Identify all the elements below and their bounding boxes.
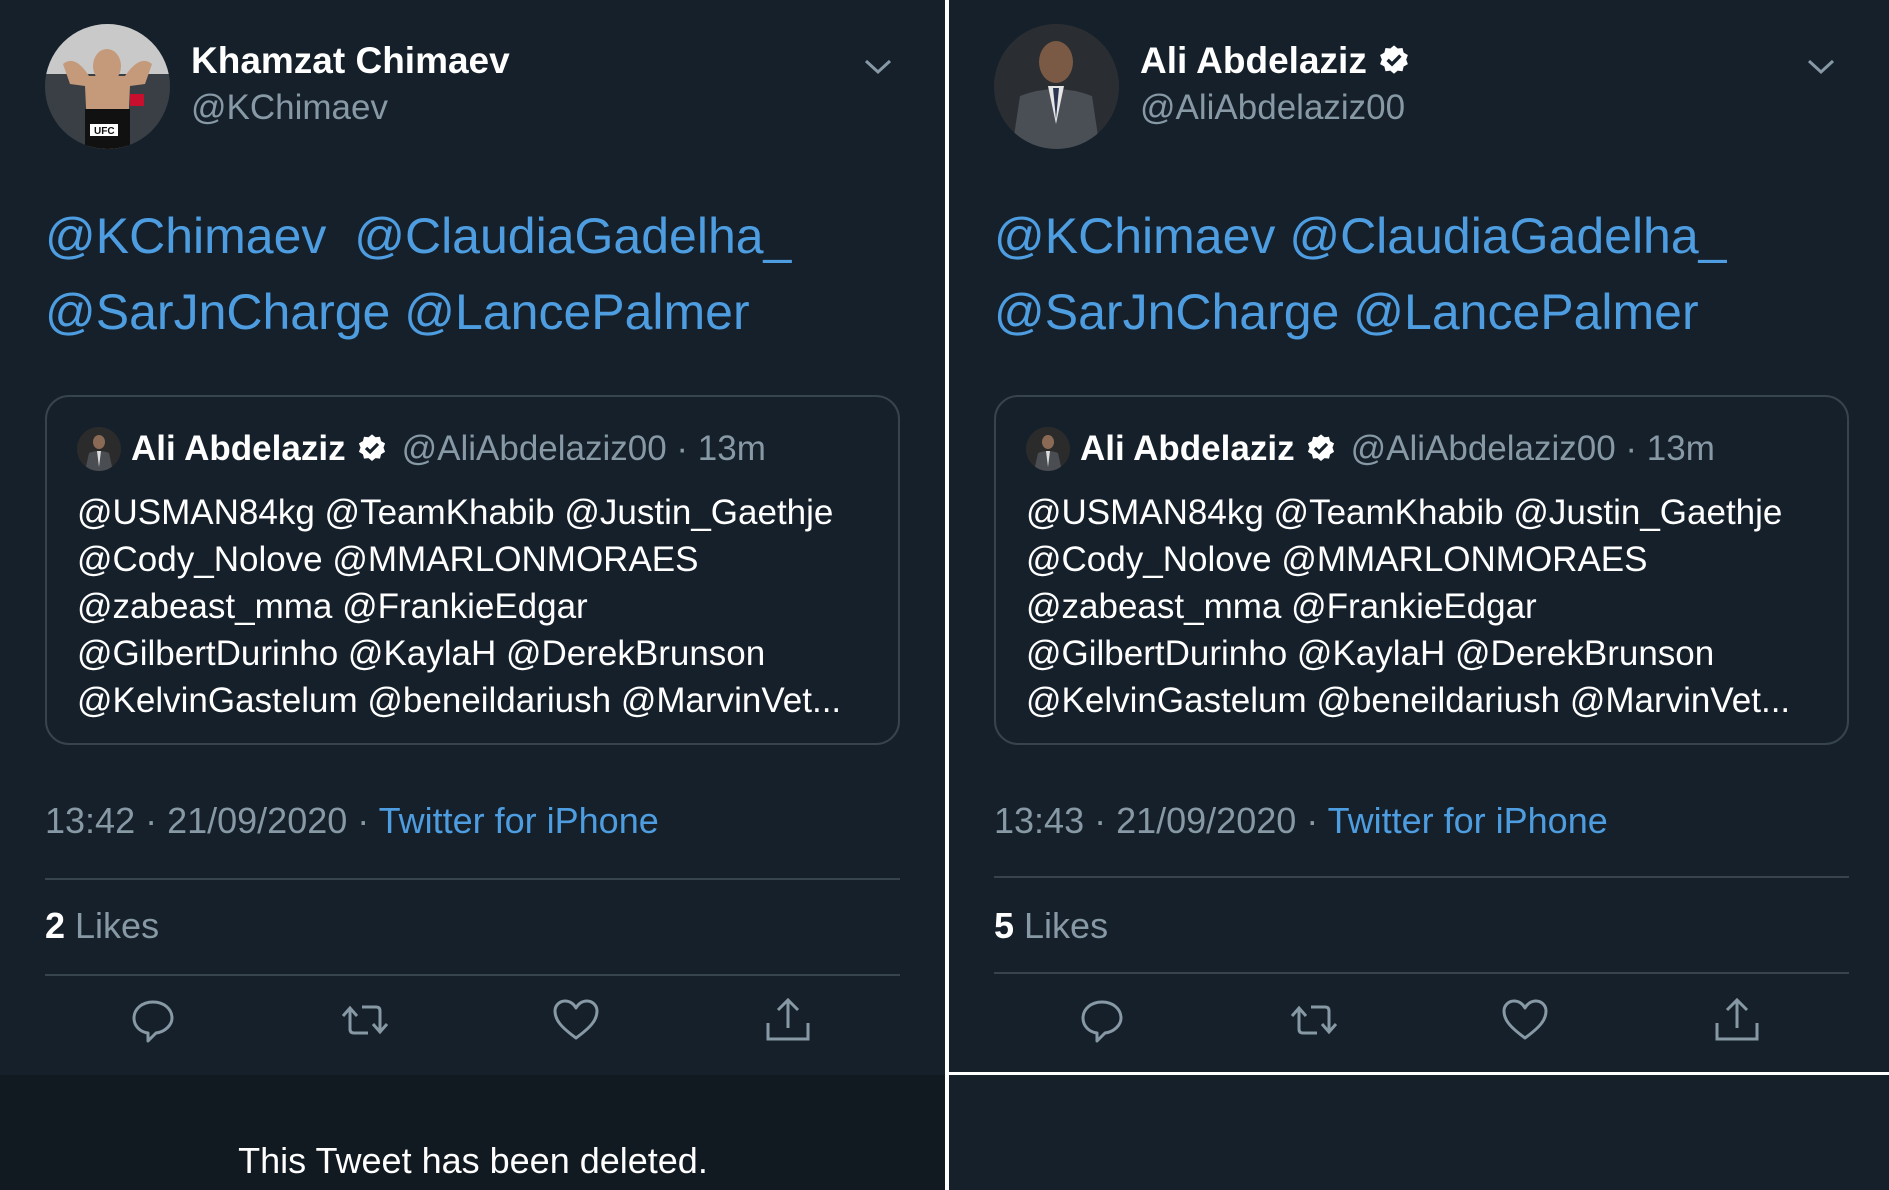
quoted-text-line: @Cody_Nolove @MMARLONMORAES: [1026, 540, 1648, 579]
likes-label: Likes: [1014, 905, 1109, 946]
likes-count[interactable]: 2 Likes: [45, 905, 159, 947]
chevron-down-icon[interactable]: [860, 54, 896, 78]
retweet-button[interactable]: [340, 995, 390, 1045]
reply-icon: [1081, 1000, 1123, 1043]
mention-link[interactable]: @SarJnCharge: [45, 284, 390, 340]
quoted-text-line: @GilbertDurinho @KaylaH @DerekBrunson: [77, 634, 766, 673]
action-bar: [45, 995, 900, 1065]
like-button[interactable]: [1500, 995, 1550, 1045]
quoted-handle-time: @AliAbdelaziz00 · 13m: [401, 429, 766, 468]
retweet-button[interactable]: [1289, 995, 1339, 1045]
heart-icon: [553, 999, 599, 1040]
mention-link[interactable]: @SarJnCharge: [994, 284, 1339, 340]
quoted-tweet-header: Ali Abdelaziz @AliAbdelaziz00 · 13m: [77, 427, 766, 471]
likes-label: Likes: [65, 905, 160, 946]
display-name[interactable]: Khamzat Chimaev: [191, 40, 510, 82]
tweet-metadata: 13:43 · 21/09/2020 · Twitter for iPhone: [994, 800, 1608, 842]
heart-icon: [1502, 999, 1548, 1040]
source-link[interactable]: Twitter for iPhone: [1328, 800, 1608, 841]
verified-badge-icon: [1379, 45, 1408, 74]
share-icon: [1715, 997, 1759, 1041]
quoted-text-line: @zabeast_mma @FrankieEdgar: [77, 587, 588, 626]
like-button[interactable]: [551, 995, 601, 1045]
tweet-header: UFC Khamzat Chimaev @KChimaev: [45, 24, 901, 154]
reply-button[interactable]: [1077, 995, 1127, 1045]
quoted-display-name: Ali Abdelaziz: [131, 429, 346, 468]
quoted-handle-time: @AliAbdelaziz00 · 13m: [1350, 429, 1715, 468]
quoted-tweet[interactable]: Ali Abdelaziz @AliAbdelaziz00 · 13m @USM…: [45, 395, 900, 745]
divider: [994, 876, 1849, 878]
quoted-tweet-text: @USMAN84kg @TeamKhabib @Justin_Gaethje @…: [1026, 489, 1826, 724]
mention-link[interactable]: @KChimaev: [45, 208, 326, 264]
tweet-panel-right: Ali Abdelaziz @AliAbdelaziz00 @KChimaev …: [949, 0, 1889, 1190]
timestamp: 13:42 · 21/09/2020 ·: [45, 800, 379, 841]
quoted-text-line: @USMAN84kg @TeamKhabib @Justin_Gaethje: [1026, 493, 1783, 532]
quoted-text-line: @Cody_Nolove @MMARLONMORAES: [77, 540, 699, 579]
quoted-text-line: @KelvinGastelum @beneildariush @MarvinVe…: [77, 681, 842, 720]
quoted-avatar: [1026, 427, 1070, 471]
tweet-text: @KChimaev @ClaudiaGadelha_ @SarJnCharge …: [994, 198, 1854, 350]
avatar[interactable]: [994, 24, 1119, 149]
svg-text:UFC: UFC: [94, 126, 115, 137]
divider: [994, 972, 1849, 974]
display-name-text: Ali Abdelaziz: [1140, 40, 1367, 81]
share-button[interactable]: [763, 995, 813, 1045]
quoted-display-name: Ali Abdelaziz: [1080, 429, 1295, 468]
tweet-panel-left: UFC Khamzat Chimaev @KChimaev @KChimaev …: [0, 0, 946, 1190]
likes-number: 5: [994, 905, 1015, 946]
verified-badge-icon: [1307, 434, 1334, 461]
reply-icon: [132, 1000, 174, 1043]
likes-count[interactable]: 5 Likes: [994, 905, 1108, 947]
avatar[interactable]: UFC: [45, 24, 170, 149]
mention-link[interactable]: @LancePalmer: [1353, 284, 1698, 340]
mention-link[interactable]: @ClaudiaGadelha_: [1289, 208, 1726, 264]
mention-link[interactable]: @KChimaev: [994, 208, 1275, 264]
tweet-header: Ali Abdelaziz @AliAbdelaziz00: [994, 24, 1844, 154]
source-link[interactable]: Twitter for iPhone: [379, 800, 659, 841]
verified-badge-icon: [358, 434, 385, 461]
display-name[interactable]: Ali Abdelaziz: [1140, 40, 1411, 82]
timestamp: 13:43 · 21/09/2020 ·: [994, 800, 1328, 841]
user-handle[interactable]: @AliAbdelaziz00: [1140, 88, 1405, 128]
retweet-icon: [1290, 1005, 1338, 1035]
deleted-tweet-notice: This Tweet has been deleted.: [238, 1140, 708, 1181]
quoted-tweet-text: @USMAN84kg @TeamKhabib @Justin_Gaethje @…: [77, 489, 877, 724]
divider: [45, 974, 900, 976]
quoted-tweet[interactable]: Ali Abdelaziz @AliAbdelaziz00 · 13m @USM…: [994, 395, 1849, 745]
quoted-text-line: @GilbertDurinho @KaylaH @DerekBrunson: [1026, 634, 1715, 673]
divider: [45, 878, 900, 880]
quoted-text-line: @KelvinGastelum @beneildariush @MarvinVe…: [1026, 681, 1791, 720]
reply-button[interactable]: [128, 995, 178, 1045]
likes-number: 2: [45, 905, 66, 946]
tweet-metadata: 13:42 · 21/09/2020 · Twitter for iPhone: [45, 800, 659, 842]
chevron-down-icon[interactable]: [1803, 54, 1839, 78]
share-button[interactable]: [1712, 995, 1762, 1045]
mention-link[interactable]: @LancePalmer: [404, 284, 749, 340]
empty-area: [949, 1075, 1889, 1190]
quoted-avatar: [77, 427, 121, 471]
retweet-icon: [341, 1005, 389, 1035]
user-handle[interactable]: @KChimaev: [191, 88, 388, 128]
quoted-text-line: @USMAN84kg @TeamKhabib @Justin_Gaethje: [77, 493, 834, 532]
quoted-tweet-header: Ali Abdelaziz @AliAbdelaziz00 · 13m: [1026, 427, 1715, 471]
action-bar: [994, 995, 1849, 1065]
quoted-text-line: @zabeast_mma @FrankieEdgar: [1026, 587, 1537, 626]
tweet-text: @KChimaev @ClaudiaGadelha_ @SarJnCharge …: [45, 198, 905, 350]
share-icon: [766, 997, 810, 1041]
mention-link[interactable]: @ClaudiaGadelha_: [354, 208, 791, 264]
display-name-text: Khamzat Chimaev: [191, 40, 510, 81]
